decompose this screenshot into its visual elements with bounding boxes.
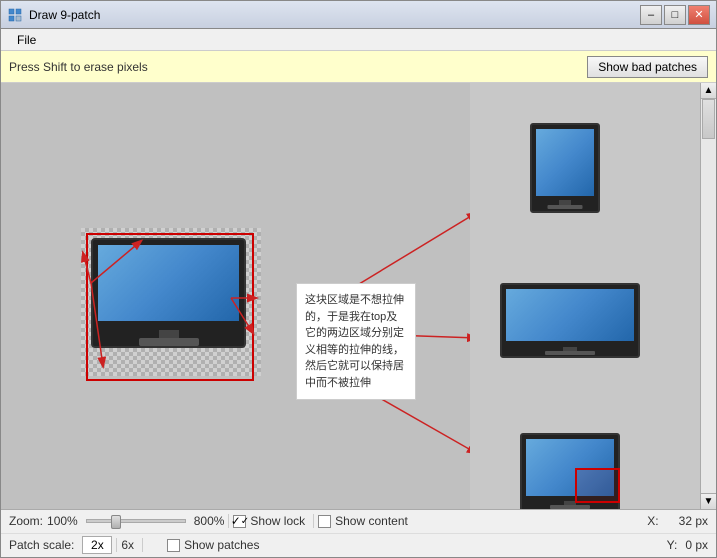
preview-tv-2 — [500, 283, 640, 358]
x-value: 32 px — [679, 514, 708, 528]
patch-scale-area: Patch scale: — [9, 536, 112, 554]
minimize-button[interactable]: – — [640, 5, 662, 25]
close-button[interactable]: ✕ — [688, 5, 710, 25]
y-value: 0 px — [685, 538, 708, 552]
show-bad-patches-button[interactable]: Show bad patches — [587, 56, 708, 78]
x-label: X: — [647, 514, 658, 528]
patch-scale-label: Patch scale: — [9, 538, 74, 552]
show-patches-checkbox-item[interactable]: Show patches — [167, 538, 263, 552]
zoom-thumb[interactable] — [111, 515, 121, 529]
show-content-label: Show content — [335, 514, 408, 528]
app-icon — [7, 7, 23, 23]
y-label: Y: — [667, 538, 678, 552]
show-patches-label: Show patches — [184, 538, 259, 552]
tv-base-neck — [159, 330, 179, 338]
patch-scale-max: 6x — [121, 538, 134, 552]
zoom-max: 800% — [194, 514, 225, 528]
zoom-slider-container[interactable] — [86, 519, 186, 523]
maximize-button[interactable]: □ — [664, 5, 686, 25]
patch-scale-input[interactable] — [82, 536, 112, 554]
zoom-value: 100% — [47, 514, 78, 528]
show-content-checkbox-item[interactable]: Show content — [318, 514, 412, 528]
tv-base — [139, 338, 199, 346]
scroll-thumb[interactable] — [702, 99, 715, 139]
zoom-slider[interactable] — [86, 519, 186, 523]
menu-file[interactable]: File — [9, 31, 44, 49]
show-lock-checkbox-item[interactable]: ✓ Show lock — [233, 514, 309, 528]
zoom-label: Zoom: — [9, 514, 43, 528]
right-scrollbar[interactable]: ▲ ▼ — [700, 83, 716, 509]
show-lock-checkbox[interactable]: ✓ — [233, 515, 246, 528]
preview-tv-3 — [520, 433, 620, 509]
tv-body — [91, 238, 246, 348]
hint-text: Press Shift to erase pixels — [9, 60, 148, 74]
tv-screen — [98, 245, 239, 321]
show-patches-checkbox[interactable] — [167, 539, 180, 552]
show-content-checkbox[interactable] — [318, 515, 331, 528]
scroll-down-button[interactable]: ▼ — [701, 493, 716, 509]
show-lock-label: Show lock — [250, 514, 305, 528]
preview-tv-1 — [530, 123, 600, 213]
tooltip: 这块区域是不想拉伸的，于是我在top及它的两边区域分别定义相等的拉伸的线，然后它… — [296, 283, 416, 400]
scroll-track[interactable] — [701, 99, 716, 493]
window-title: Draw 9-patch — [29, 8, 100, 22]
scroll-up-button[interactable]: ▲ — [701, 83, 716, 99]
